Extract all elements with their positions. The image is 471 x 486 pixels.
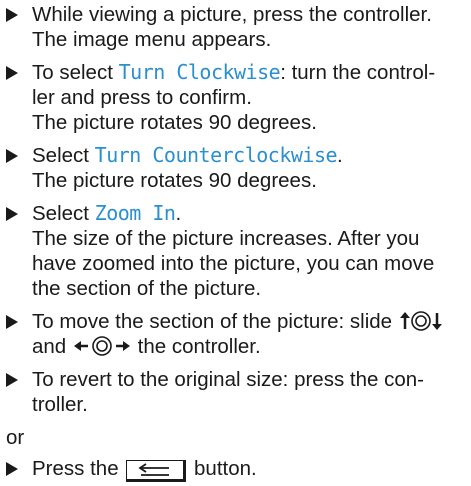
step-result: The image menu appears. <box>32 28 272 51</box>
step-text: Select Turn Counterclockwise. <box>32 143 471 168</box>
step-result: the section of the picture. <box>32 277 262 300</box>
step-text-continued: and the controller. <box>32 334 471 359</box>
or-separator: or <box>6 426 25 449</box>
step-text-continued: troller. <box>32 393 88 416</box>
step-text: Press the button. <box>32 456 471 482</box>
bullet-triangle-icon <box>6 207 18 221</box>
step-result: have zoomed into the picture, you can mo… <box>32 252 435 275</box>
step-text-pre: To select <box>32 61 119 84</box>
step-text: Select Zoom In. <box>32 201 471 226</box>
step-text-post: : turn the control- <box>280 61 436 84</box>
step-result: The size of the picture increases. After… <box>32 227 420 250</box>
step-text-and: and <box>32 335 67 358</box>
step-text-post: . <box>337 144 343 167</box>
instruction-step: Select Zoom In. The size of the picture … <box>4 201 471 301</box>
menu-item-turn-counterclockwise: Turn Counterclockwise <box>94 143 338 167</box>
instruction-step: While viewing a picture, press the contr… <box>4 2 471 52</box>
step-text-pre: Press the <box>32 457 119 480</box>
back-button-icon <box>126 460 187 482</box>
bullet-triangle-icon <box>6 8 18 22</box>
menu-item-zoom-in: Zoom In <box>94 201 176 225</box>
instruction-step: To revert to the original size: press th… <box>4 367 471 417</box>
instruction-step: Press the button. <box>4 456 471 482</box>
step-text-pre: To move the section of the picture: slid… <box>32 310 393 333</box>
step-text: While viewing a picture, press the contr… <box>32 3 432 26</box>
step-result: The picture rotates 90 degrees. <box>32 169 317 192</box>
step-text: To revert to the original size: press th… <box>32 368 424 391</box>
step-text-pre: Select <box>32 202 95 225</box>
bullet-triangle-icon <box>6 149 18 163</box>
step-result: The picture rotates 90 degrees. <box>32 111 317 134</box>
step-text-continued: ler and press to confirm. <box>32 86 252 109</box>
bullet-triangle-icon <box>6 462 18 476</box>
bullet-triangle-icon <box>6 373 18 387</box>
instruction-step: To select Turn Clockwise: turn the contr… <box>4 60 471 135</box>
step-text-post: button. <box>194 457 257 480</box>
instruction-step: To move the section of the picture: slid… <box>4 309 471 359</box>
instruction-page: While viewing a picture, press the contr… <box>0 0 471 482</box>
bullet-triangle-icon <box>6 315 18 329</box>
bullet-triangle-icon <box>6 66 18 80</box>
step-text: To select Turn Clockwise: turn the contr… <box>32 60 471 85</box>
controller-slide-up-down-icon <box>399 311 442 331</box>
step-text-post: the controller. <box>137 335 261 358</box>
controller-slide-left-right-icon <box>73 336 130 356</box>
menu-item-turn-clockwise: Turn Clockwise <box>118 60 281 84</box>
instruction-step: Select Turn Counterclockwise. The pictur… <box>4 143 471 193</box>
step-text-post: . <box>175 202 182 225</box>
step-text: To move the section of the picture: slid… <box>32 309 471 334</box>
step-text-pre: Select <box>32 144 95 167</box>
